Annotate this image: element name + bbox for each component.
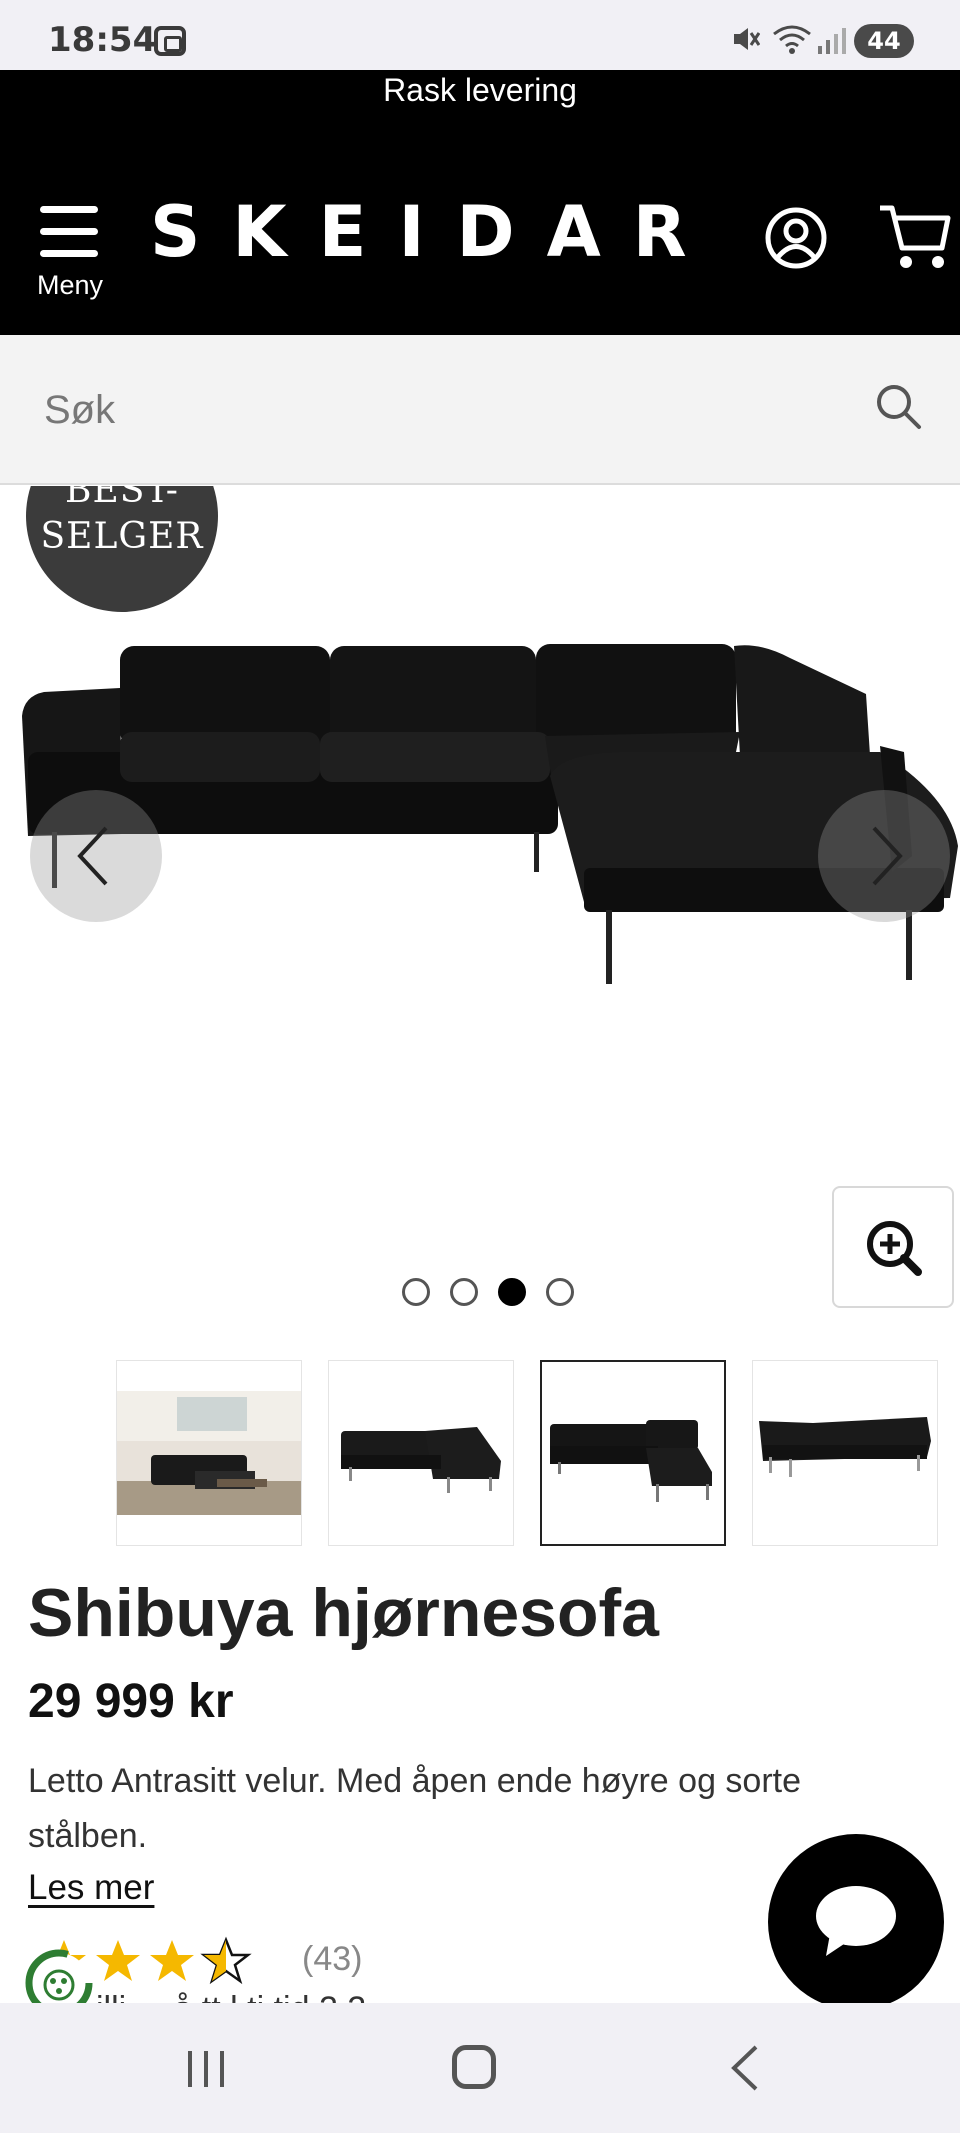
- carousel-dot-active[interactable]: [498, 1278, 526, 1306]
- chat-bubble-icon: [816, 1886, 896, 1956]
- screen-record-icon: [154, 26, 186, 56]
- product-gallery[interactable]: BEST- SELGER: [0, 486, 960, 1326]
- thumbnail-1[interactable]: [116, 1360, 302, 1546]
- back-icon[interactable]: [726, 2043, 762, 2093]
- menu-button[interactable]: Meny: [28, 206, 112, 316]
- home-icon[interactable]: [452, 2045, 496, 2089]
- promo-banner[interactable]: Rask levering: [0, 70, 960, 110]
- rating-count: (43): [302, 1940, 363, 1978]
- prev-image-button[interactable]: [30, 790, 162, 922]
- menu-label: Meny: [36, 270, 104, 300]
- next-image-button[interactable]: [818, 790, 950, 922]
- zoom-button[interactable]: [832, 1186, 954, 1308]
- product-title: Shibuya hjørnesofa: [28, 1575, 659, 1651]
- battery-indicator: 44: [854, 24, 914, 58]
- site-logo[interactable]: SKEIDAR: [150, 192, 710, 272]
- chevron-left-icon: [77, 826, 108, 886]
- product-description: Letto Antrasitt velur. Med åpen ende høy…: [28, 1762, 802, 1855]
- system-nav-bar: [0, 2003, 960, 2133]
- search-input[interactable]: [44, 375, 824, 445]
- read-more-link[interactable]: Les mer: [28, 1868, 154, 1908]
- thumbnail-4[interactable]: [752, 1360, 938, 1546]
- search-icon[interactable]: [874, 382, 924, 436]
- status-time: 18:54: [48, 20, 157, 60]
- carousel-dot[interactable]: [546, 1278, 574, 1306]
- status-bar: 18:54 44: [0, 0, 960, 70]
- carousel-dots: [402, 1278, 582, 1308]
- bestseller-badge: BEST- SELGER: [26, 486, 218, 612]
- badge-line2: SELGER: [40, 516, 204, 557]
- account-icon[interactable]: [764, 206, 828, 270]
- badge-line1: BEST-: [65, 486, 179, 511]
- carousel-dot[interactable]: [450, 1278, 478, 1306]
- site-header: Rask levering Meny SKEIDAR: [0, 70, 960, 335]
- zoom-in-icon: [867, 1221, 922, 1276]
- search-bar: [0, 335, 960, 485]
- carousel-dot[interactable]: [402, 1278, 430, 1306]
- recent-apps-icon[interactable]: [186, 2049, 226, 2089]
- thumbnail-2[interactable]: [328, 1360, 514, 1546]
- chevron-right-icon: [872, 826, 903, 886]
- thumbnail-3-active[interactable]: [540, 1360, 726, 1546]
- thumbnail-strip: [0, 1360, 960, 1548]
- page: 18:54 44 Rask levering Meny SKEIDAR Søk …: [0, 0, 960, 2133]
- cart-icon[interactable]: [878, 202, 952, 272]
- chat-button[interactable]: [768, 1834, 944, 2010]
- mute-icon: [730, 24, 761, 62]
- hamburger-menu-icon: [40, 206, 98, 258]
- product-price: 29 999 kr: [28, 1675, 234, 1728]
- signal-icon: [816, 26, 846, 54]
- wifi-icon: [772, 24, 812, 54]
